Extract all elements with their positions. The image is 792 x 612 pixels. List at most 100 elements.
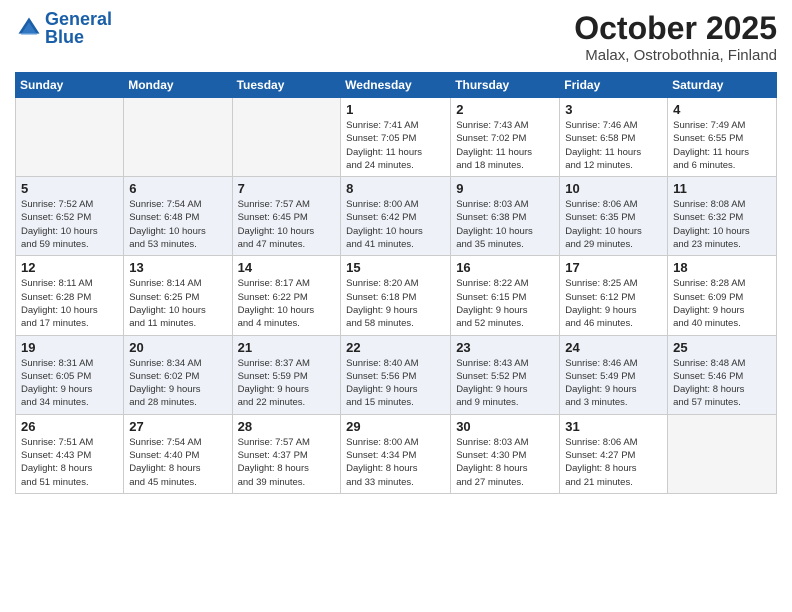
day-info: Sunrise: 8:43 AMSunset: 5:52 PMDaylight:… <box>456 357 554 410</box>
col-header-thursday: Thursday <box>451 73 560 98</box>
calendar-day: 31 Sunrise: 8:06 AMSunset: 4:27 PMDayligh… <box>560 414 668 493</box>
day-info: Sunrise: 7:46 AMSunset: 6:58 PMDaylight:… <box>565 119 662 172</box>
day-number: 23 <box>456 340 554 355</box>
col-header-friday: Friday <box>560 73 668 98</box>
day-info: Sunrise: 7:54 AMSunset: 4:40 PMDaylight:… <box>129 436 226 489</box>
calendar-day: 21 Sunrise: 8:37 AMSunset: 5:59 PMDayligh… <box>232 335 341 414</box>
calendar-day <box>232 98 341 177</box>
day-info: Sunrise: 8:22 AMSunset: 6:15 PMDaylight:… <box>456 277 554 330</box>
calendar-day: 5 Sunrise: 7:52 AMSunset: 6:52 PMDaylight… <box>16 177 124 256</box>
calendar-day: 10 Sunrise: 8:06 AMSunset: 6:35 PMDayligh… <box>560 177 668 256</box>
month-title: October 2025 <box>574 10 777 47</box>
calendar-day: 16Sunrise: 8:22 AMSunset: 6:15 PMDayligh… <box>451 256 560 335</box>
calendar-day: 29 Sunrise: 8:00 AMSunset: 4:34 PMDayligh… <box>341 414 451 493</box>
day-number: 12 <box>21 260 118 275</box>
day-number: 28 <box>238 419 336 434</box>
day-info: Sunrise: 8:28 AMSunset: 6:09 PMDaylight:… <box>673 277 771 330</box>
day-info: Sunrise: 8:37 AMSunset: 5:59 PMDaylight:… <box>238 357 336 410</box>
day-info: Sunrise: 8:17 AMSunset: 6:22 PMDaylight:… <box>238 277 336 330</box>
calendar-day: 23 Sunrise: 8:43 AMSunset: 5:52 PMDayligh… <box>451 335 560 414</box>
col-header-wednesday: Wednesday <box>341 73 451 98</box>
day-info: Sunrise: 8:06 AMSunset: 4:27 PMDaylight:… <box>565 436 662 489</box>
calendar-header-row: SundayMondayTuesdayWednesdayThursdayFrid… <box>16 73 777 98</box>
calendar-day: 20 Sunrise: 8:34 AMSunset: 6:02 PMDayligh… <box>124 335 232 414</box>
col-header-sunday: Sunday <box>16 73 124 98</box>
day-info: Sunrise: 8:06 AMSunset: 6:35 PMDaylight:… <box>565 198 662 251</box>
calendar-day: 6 Sunrise: 7:54 AMSunset: 6:48 PMDaylight… <box>124 177 232 256</box>
logo-general: General <box>45 9 112 29</box>
day-info: Sunrise: 7:54 AMSunset: 6:48 PMDaylight:… <box>129 198 226 251</box>
day-number: 30 <box>456 419 554 434</box>
day-info: Sunrise: 8:25 AMSunset: 6:12 PMDaylight:… <box>565 277 662 330</box>
day-info: Sunrise: 8:34 AMSunset: 6:02 PMDaylight:… <box>129 357 226 410</box>
day-info: Sunrise: 8:03 AMSunset: 4:30 PMDaylight:… <box>456 436 554 489</box>
day-number: 29 <box>346 419 445 434</box>
day-number: 1 <box>346 102 445 117</box>
logo: General Blue <box>15 10 112 46</box>
day-number: 2 <box>456 102 554 117</box>
calendar-day: 18 Sunrise: 8:28 AMSunset: 6:09 PMDayligh… <box>668 256 777 335</box>
calendar-week-row: 19 Sunrise: 8:31 AMSunset: 6:05 PMDayligh… <box>16 335 777 414</box>
calendar-day: 27 Sunrise: 7:54 AMSunset: 4:40 PMDayligh… <box>124 414 232 493</box>
day-number: 20 <box>129 340 226 355</box>
calendar-week-row: 26Sunrise: 7:51 AMSunset: 4:43 PMDayligh… <box>16 414 777 493</box>
calendar-day: 19 Sunrise: 8:31 AMSunset: 6:05 PMDayligh… <box>16 335 124 414</box>
calendar-day: 14 Sunrise: 8:17 AMSunset: 6:22 PMDayligh… <box>232 256 341 335</box>
col-header-tuesday: Tuesday <box>232 73 341 98</box>
day-info: Sunrise: 8:00 AMSunset: 6:42 PMDaylight:… <box>346 198 445 251</box>
day-number: 27 <box>129 419 226 434</box>
calendar-day: 22 Sunrise: 8:40 AMSunset: 5:56 PMDayligh… <box>341 335 451 414</box>
day-number: 4 <box>673 102 771 117</box>
day-number: 10 <box>565 181 662 196</box>
calendar-day: 15 Sunrise: 8:20 AMSunset: 6:18 PMDayligh… <box>341 256 451 335</box>
day-info: Sunrise: 7:41 AMSunset: 7:05 PMDaylight:… <box>346 119 445 172</box>
day-info: Sunrise: 7:51 AMSunset: 4:43 PMDaylight:… <box>21 436 118 489</box>
day-number: 15 <box>346 260 445 275</box>
day-number: 7 <box>238 181 336 196</box>
col-header-monday: Monday <box>124 73 232 98</box>
calendar-week-row: 1 Sunrise: 7:41 AMSunset: 7:05 PMDaylight… <box>16 98 777 177</box>
calendar-day: 7Sunrise: 7:57 AMSunset: 6:45 PMDaylight… <box>232 177 341 256</box>
calendar-week-row: 5 Sunrise: 7:52 AMSunset: 6:52 PMDaylight… <box>16 177 777 256</box>
day-number: 3 <box>565 102 662 117</box>
calendar-day: 12 Sunrise: 8:11 AMSunset: 6:28 PMDayligh… <box>16 256 124 335</box>
day-number: 17 <box>565 260 662 275</box>
calendar-week-row: 12 Sunrise: 8:11 AMSunset: 6:28 PMDayligh… <box>16 256 777 335</box>
day-number: 18 <box>673 260 771 275</box>
calendar-day: 17 Sunrise: 8:25 AMSunset: 6:12 PMDayligh… <box>560 256 668 335</box>
day-info: Sunrise: 8:40 AMSunset: 5:56 PMDaylight:… <box>346 357 445 410</box>
day-info: Sunrise: 8:11 AMSunset: 6:28 PMDaylight:… <box>21 277 118 330</box>
day-number: 14 <box>238 260 336 275</box>
day-info: Sunrise: 8:00 AMSunset: 4:34 PMDaylight:… <box>346 436 445 489</box>
calendar-day <box>124 98 232 177</box>
page: General Blue October 2025 Malax, Ostrobo… <box>0 0 792 612</box>
day-info: Sunrise: 8:48 AMSunset: 5:46 PMDaylight:… <box>673 357 771 410</box>
calendar-day: 3 Sunrise: 7:46 AMSunset: 6:58 PMDaylight… <box>560 98 668 177</box>
day-number: 6 <box>129 181 226 196</box>
day-number: 31 <box>565 419 662 434</box>
day-info: Sunrise: 7:57 AMSunset: 4:37 PMDaylight:… <box>238 436 336 489</box>
calendar-day: 9Sunrise: 8:03 AMSunset: 6:38 PMDaylight… <box>451 177 560 256</box>
logo-blue: Blue <box>45 27 84 47</box>
location-title: Malax, Ostrobothnia, Finland <box>574 47 777 64</box>
day-number: 24 <box>565 340 662 355</box>
day-info: Sunrise: 7:49 AMSunset: 6:55 PMDaylight:… <box>673 119 771 172</box>
calendar-day: 2 Sunrise: 7:43 AMSunset: 7:02 PMDaylight… <box>451 98 560 177</box>
header: General Blue October 2025 Malax, Ostrobo… <box>15 10 777 64</box>
calendar-day: 25Sunrise: 8:48 AMSunset: 5:46 PMDayligh… <box>668 335 777 414</box>
day-number: 13 <box>129 260 226 275</box>
day-info: Sunrise: 8:31 AMSunset: 6:05 PMDaylight:… <box>21 357 118 410</box>
day-number: 21 <box>238 340 336 355</box>
calendar-day: 1 Sunrise: 7:41 AMSunset: 7:05 PMDaylight… <box>341 98 451 177</box>
day-info: Sunrise: 7:43 AMSunset: 7:02 PMDaylight:… <box>456 119 554 172</box>
calendar-day: 8 Sunrise: 8:00 AMSunset: 6:42 PMDaylight… <box>341 177 451 256</box>
calendar-day <box>668 414 777 493</box>
day-number: 9 <box>456 181 554 196</box>
day-info: Sunrise: 8:20 AMSunset: 6:18 PMDaylight:… <box>346 277 445 330</box>
day-number: 19 <box>21 340 118 355</box>
day-number: 22 <box>346 340 445 355</box>
day-number: 8 <box>346 181 445 196</box>
day-info: Sunrise: 7:52 AMSunset: 6:52 PMDaylight:… <box>21 198 118 251</box>
calendar-day: 4 Sunrise: 7:49 AMSunset: 6:55 PMDaylight… <box>668 98 777 177</box>
day-number: 5 <box>21 181 118 196</box>
